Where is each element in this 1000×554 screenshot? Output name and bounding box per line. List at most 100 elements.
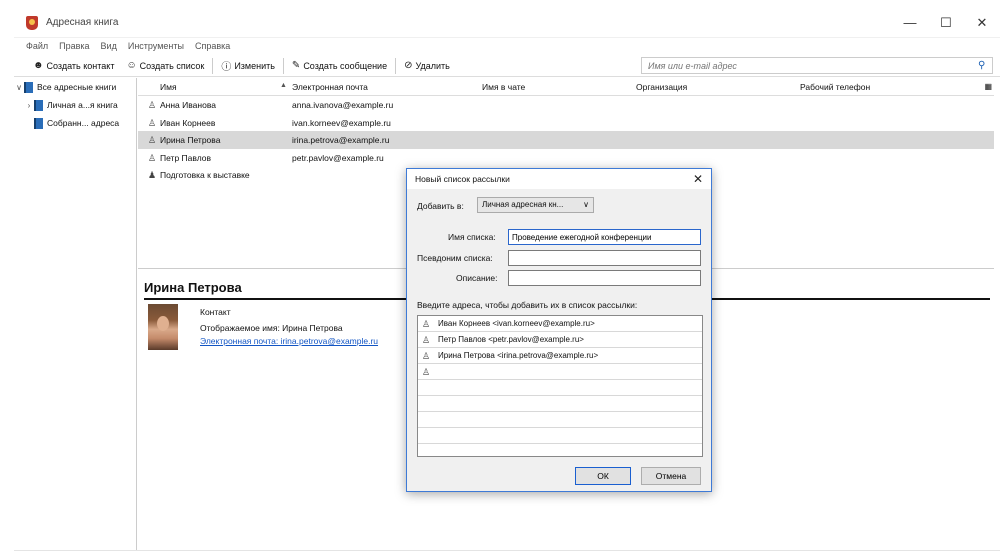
list-item[interactable]: ♙ Петр Павлов <petr.pavlov@example.ru>: [418, 332, 702, 348]
nickname-input[interactable]: [508, 250, 701, 266]
toolbar-divider: [395, 57, 397, 74]
list-item[interactable]: [418, 396, 702, 412]
user-icon: ☻: [33, 60, 44, 71]
maximize-icon[interactable]: ☐: [928, 8, 964, 38]
address-list: ♙ Иван Корнеев <ivan.korneev@example.ru>…: [417, 315, 703, 457]
search-box: ⚲: [641, 57, 993, 74]
sidebar-item-label: Собранн... адреса: [47, 118, 120, 128]
search-input[interactable]: [642, 58, 978, 73]
window-controls: — ☐ ✕: [892, 8, 1000, 38]
minimize-icon[interactable]: —: [892, 8, 928, 38]
contact-icon: ♙: [422, 335, 431, 345]
list-item[interactable]: [418, 380, 702, 396]
column-work-phone[interactable]: Рабочий телефон: [800, 82, 870, 92]
status-bar: [14, 550, 1000, 551]
contact-name: Ирина Петрова: [160, 135, 221, 145]
ok-button[interactable]: ОК: [575, 467, 631, 485]
close-icon[interactable]: ✕: [964, 8, 1000, 38]
chevron-right-icon[interactable]: ›: [24, 101, 34, 110]
address-book-app-icon: [26, 15, 38, 30]
description-input[interactable]: [508, 270, 701, 286]
pencil-icon: ✎: [291, 60, 301, 71]
contact-name: Петр Павлов: [160, 152, 211, 163]
address-books-sidebar: ∨ Все адресные книги › Личная а...я книг…: [14, 78, 137, 550]
sidebar-item-collected-addresses[interactable]: Собранн... адреса: [14, 114, 136, 132]
table-row[interactable]: ♙ Петр Павлов petr.pavlov@example.ru: [138, 149, 994, 167]
toolbar-divider: [282, 57, 284, 74]
delete-button[interactable]: ⊘ Удалить: [398, 56, 456, 76]
no-entry-icon: ⊘: [404, 60, 413, 71]
add-to-select[interactable]: Личная адресная кн... ∨: [477, 197, 594, 213]
sidebar-item-personal-book[interactable]: › Личная а...я книга: [14, 96, 136, 114]
card-kind-label: Контакт: [200, 307, 231, 317]
table-row-selected[interactable]: ♙ Ирина Петрова irina.petrova@example.ru: [138, 131, 994, 149]
window-titlebar: Адресная книга — ☐ ✕: [14, 8, 1000, 38]
table-row[interactable]: ♙ Иван Корнеев ivan.korneev@example.ru: [138, 114, 994, 132]
addresses-label: Введите адреса, чтобы добавить их в спис…: [417, 300, 638, 310]
new-message-button[interactable]: ✎ Создать сообщение: [286, 56, 393, 76]
list-header: Имя ▲ Электронная почта Имя в чате Орган…: [138, 78, 994, 96]
close-icon[interactable]: ✕: [693, 172, 703, 186]
column-email[interactable]: Электронная почта: [292, 82, 368, 92]
add-to-value: Личная адресная кн...: [482, 200, 564, 209]
list-item[interactable]: [418, 428, 702, 444]
menu-file[interactable]: Файл: [26, 41, 48, 51]
sidebar-item-label: Личная а...я книга: [47, 100, 118, 110]
new-contact-label: Создать контакт: [46, 60, 115, 71]
mailing-list-icon: ♟: [148, 170, 157, 180]
column-picker-icon[interactable]: ▦: [984, 82, 992, 91]
list-name-input[interactable]: [508, 229, 701, 245]
dialog-title: Новый список рассылки: [415, 174, 510, 184]
menu-bar: Файл Правка Вид Инструменты Справка: [14, 38, 1000, 54]
search-icon[interactable]: ⚲: [978, 60, 992, 71]
contact-icon: ♙: [422, 367, 431, 377]
edit-button[interactable]: ⓘ Изменить: [215, 56, 281, 76]
chevron-down-icon: ∨: [583, 200, 589, 209]
contact-icon: ♙: [148, 152, 157, 163]
new-mailing-list-dialog: Новый список рассылки ✕ Добавить в: Личн…: [406, 168, 712, 492]
address-book-icon: [24, 81, 33, 93]
users-icon: ☺: [126, 60, 137, 71]
address-text: Петр Павлов <petr.pavlov@example.ru>: [438, 335, 584, 344]
address-book-icon: [34, 99, 43, 111]
column-name[interactable]: Имя: [160, 82, 177, 92]
list-item[interactable]: ♙: [418, 364, 702, 380]
list-item[interactable]: ♙ Иван Корнеев <ivan.korneev@example.ru>: [418, 316, 702, 332]
card-display-name: Отображаемое имя: Ирина Петрова: [200, 323, 343, 333]
dialog-titlebar: Новый список рассылки ✕: [407, 169, 711, 189]
column-chat-name[interactable]: Имя в чате: [482, 82, 525, 92]
delete-label: Удалить: [415, 60, 450, 71]
menu-help[interactable]: Справка: [195, 41, 230, 51]
new-list-button[interactable]: ☺ Создать список: [120, 56, 210, 76]
contact-icon: ♙: [148, 117, 157, 128]
contact-icon: ♙: [422, 351, 431, 361]
new-list-label: Создать список: [139, 60, 205, 71]
card-email-link[interactable]: Электронная почта: irina.petrova@example…: [200, 336, 378, 346]
list-item[interactable]: [418, 412, 702, 428]
info-icon: ⓘ: [221, 62, 232, 73]
description-label: Описание:: [456, 273, 498, 283]
list-item[interactable]: ♙ Ирина Петрова <irina.petrova@example.r…: [418, 348, 702, 364]
new-message-label: Создать сообщение: [303, 60, 388, 71]
contact-email: petr.pavlov@example.ru: [292, 152, 384, 163]
cancel-button[interactable]: Отмена: [641, 467, 701, 485]
sidebar-item-label: Все адресные книги: [37, 82, 117, 92]
contact-icon: ♙: [422, 319, 431, 329]
add-to-label: Добавить в:: [417, 201, 464, 211]
address-text: Иван Корнеев <ivan.korneev@example.ru>: [438, 319, 595, 328]
menu-tools[interactable]: Инструменты: [128, 41, 184, 51]
avatar: [148, 304, 178, 350]
menu-edit[interactable]: Правка: [59, 41, 89, 51]
column-organization[interactable]: Организация: [636, 82, 687, 92]
nickname-label: Псевдоним списка:: [417, 253, 493, 263]
contact-icon: ♙: [148, 135, 157, 145]
contact-name: Иван Корнеев: [160, 117, 216, 128]
menu-view[interactable]: Вид: [101, 41, 117, 51]
new-contact-button[interactable]: ☻ Создать контакт: [27, 56, 120, 76]
toolbar-divider: [212, 57, 214, 74]
contact-email: irina.petrova@example.ru: [292, 135, 390, 145]
sidebar-item-all-books[interactable]: ∨ Все адресные книги: [14, 78, 136, 96]
edit-label: Изменить: [234, 60, 275, 71]
table-row[interactable]: ♙ Анна Иванова anna.ivanova@example.ru: [138, 96, 994, 114]
chevron-down-icon[interactable]: ∨: [14, 83, 24, 92]
